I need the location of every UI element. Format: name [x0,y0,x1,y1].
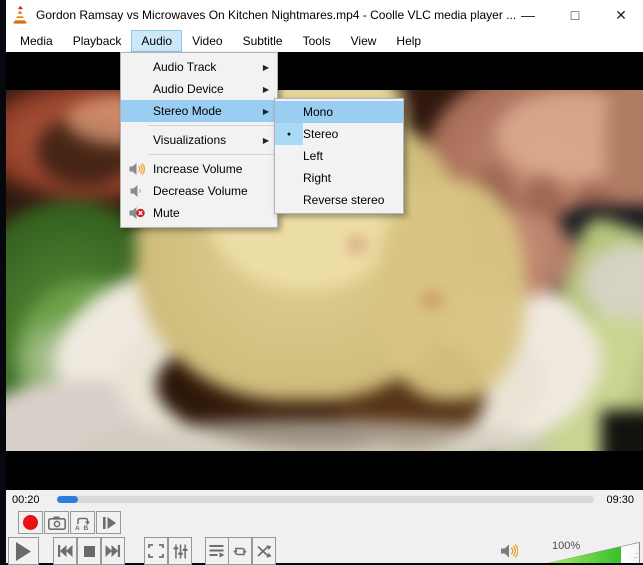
volume-mute-icon [121,205,153,221]
submenu-arrow-icon: ▶ [263,63,269,72]
record-icon [23,515,38,530]
submenu-arrow-icon: ▶ [263,136,269,145]
record-button[interactable] [18,511,43,534]
svg-text:B: B [83,525,88,531]
fullscreen-button[interactable] [144,537,168,565]
radio-selected-icon: ● [275,123,303,145]
elapsed-time: 00:20 [12,494,40,506]
submenu-item-reverse-stereo[interactable]: Reverse stereo [275,189,403,211]
menu-item-visualizations[interactable]: Visualizations ▶ [121,129,277,151]
menu-playback[interactable]: Playback [63,30,132,52]
submenu-item-label: Right [303,171,331,185]
shuffle-button[interactable] [252,537,276,565]
menu-item-audio-track[interactable]: Audio Track ▶ [121,56,277,78]
menu-item-decrease-volume[interactable]: Decrease Volume [121,180,277,202]
play-icon [15,542,32,561]
menu-item-label: Decrease Volume [153,184,277,198]
menu-media[interactable]: Media [10,30,63,52]
next-button[interactable] [101,537,125,565]
camera-icon [48,516,66,530]
vlc-window: Gordon Ramsay vs Microwaves On Kitchen N… [6,0,643,563]
menu-item-increase-volume[interactable]: Increase Volume [121,158,277,180]
menu-item-label: Increase Volume [153,162,277,176]
menu-tools[interactable]: Tools [293,30,341,52]
playlist-button[interactable] [205,537,229,565]
frame-by-frame-button[interactable] [96,511,121,534]
radio-slot [275,101,303,123]
audio-dropdown-menu: Audio Track ▶ Audio Device ▶ Stereo Mode… [120,52,278,228]
loop-ab-icon: A B [74,515,92,531]
loop-icon [232,545,248,558]
menu-item-audio-device[interactable]: Audio Device ▶ [121,78,277,100]
radio-slot [275,145,303,167]
window-title: Gordon Ramsay vs Microwaves On Kitchen N… [36,8,516,22]
stereo-mode-submenu: Mono ● Stereo Left Right Reverse stereo [274,98,404,214]
submenu-item-label: Left [303,149,323,163]
total-time: 09:30 [606,494,634,506]
submenu-item-right[interactable]: Right [275,167,403,189]
maximize-button[interactable]: □ [558,0,592,30]
menu-subtitle[interactable]: Subtitle [233,30,293,52]
submenu-item-label: Mono [303,105,333,119]
menu-item-label: Audio Track [153,60,263,74]
stop-icon [84,546,95,557]
video-blob [426,295,438,305]
menu-help[interactable]: Help [386,30,431,52]
resize-grip[interactable]: .: [633,553,641,561]
radio-slot [275,167,303,189]
menu-item-mute[interactable]: Mute [121,202,277,224]
menu-item-label: Stereo Mode [153,104,263,118]
menu-item-stereo-mode[interactable]: Stereo Mode ▶ [121,100,277,122]
svg-text:A: A [75,525,80,531]
menu-separator [148,125,274,126]
submenu-item-stereo[interactable]: ● Stereo [275,123,403,145]
loop-button[interactable] [228,537,252,565]
submenu-arrow-icon: ▶ [263,85,269,94]
next-icon [105,545,121,557]
volume-up-icon [121,161,153,177]
equalizer-button[interactable] [168,537,192,565]
menu-separator [148,154,274,155]
previous-icon [57,545,73,557]
submenu-arrow-icon: ▶ [263,107,269,116]
menu-item-label: Visualizations [153,133,263,147]
menu-view[interactable]: View [341,30,387,52]
volume-down-icon [121,183,153,199]
snapshot-button[interactable] [44,511,69,534]
radio-slot [275,189,303,211]
submenu-item-left[interactable]: Left [275,145,403,167]
frame-by-frame-icon [101,516,117,530]
equalizer-icon [173,544,188,559]
seek-progress-fill[interactable] [57,496,78,503]
stop-button[interactable] [77,537,101,565]
menu-item-label: Audio Device [153,82,263,96]
video-blob [351,240,363,250]
submenu-item-label: Reverse stereo [303,193,384,207]
loop-ab-button[interactable]: A B [70,511,95,534]
control-bar: 00:20 09:30 A B [6,490,643,563]
minimize-button[interactable]: — [511,0,545,30]
volume-percent-label: 100% [552,540,580,552]
playlist-icon [209,544,225,558]
shuffle-icon [257,545,272,558]
submenu-item-mono[interactable]: Mono [275,101,403,123]
submenu-item-label: Stereo [303,127,338,141]
vlc-cone-icon [11,5,29,25]
menu-bar: Media Playback Audio Video Subtitle Tool… [6,30,643,52]
previous-button[interactable] [53,537,77,565]
menu-item-label: Mute [153,206,277,220]
seek-bar[interactable] [57,496,594,503]
play-button[interactable] [8,537,39,565]
close-button[interactable]: ✕ [604,0,638,30]
volume-icon[interactable] [500,543,518,559]
fullscreen-icon [148,544,164,558]
title-bar: Gordon Ramsay vs Microwaves On Kitchen N… [6,0,643,30]
menu-video[interactable]: Video [182,30,232,52]
video-blob [601,410,643,451]
menu-audio[interactable]: Audio [131,30,182,52]
